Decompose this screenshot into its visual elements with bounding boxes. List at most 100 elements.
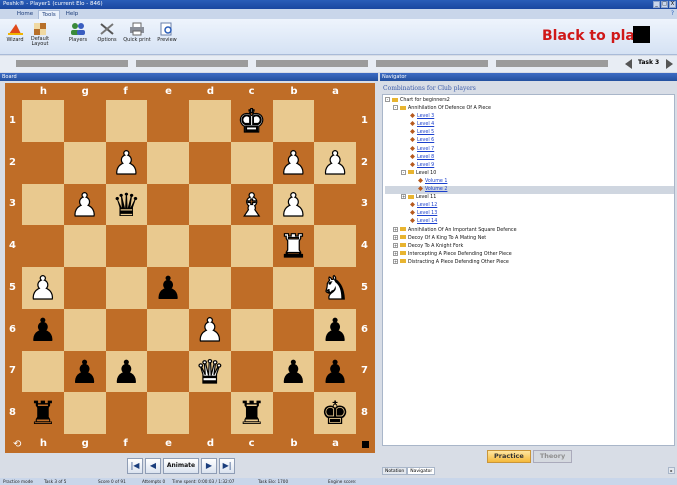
theory-button[interactable]: Theory — [532, 450, 573, 463]
square-c5[interactable] — [230, 267, 273, 309]
square-c3[interactable]: ♝ — [230, 183, 273, 226]
square-g7[interactable]: ♟ — [63, 350, 106, 393]
next-task-icon[interactable] — [666, 59, 673, 69]
tree-item-label[interactable]: Volume 1 — [425, 179, 447, 184]
tree-item-label[interactable]: Annihilation Of Defence Of A Piece — [408, 106, 491, 111]
tree-item-label[interactable]: Level 11 — [416, 195, 436, 200]
players-button[interactable]: Players — [66, 22, 90, 52]
square-f5[interactable] — [105, 267, 148, 309]
square-f2[interactable]: ♟ — [105, 141, 148, 184]
tree-item-label[interactable]: Decoy Of A King To A Mating Net — [408, 236, 486, 241]
tree-item[interactable]: + Annihilation Of An Important Square Def… — [385, 226, 674, 235]
tab-help[interactable]: Help — [64, 10, 80, 19]
square-f8[interactable] — [105, 392, 148, 434]
expand-icon[interactable]: + — [393, 242, 398, 248]
chess-piece[interactable]: ♟ — [273, 351, 315, 393]
square-e8[interactable] — [147, 392, 189, 434]
scroll-right-icon[interactable]: ▸ — [668, 467, 675, 474]
square-f7[interactable]: ♟ — [105, 350, 148, 393]
chess-piece[interactable]: ♟ — [273, 142, 315, 184]
square-d5[interactable] — [189, 267, 231, 309]
last-move-button[interactable]: ▶| — [219, 458, 235, 474]
square-f6[interactable] — [105, 308, 148, 351]
square-e3[interactable] — [147, 183, 189, 226]
chess-piece[interactable]: ♟ — [147, 267, 189, 309]
tab-navigator[interactable]: Navigator — [407, 467, 436, 475]
tree-item[interactable]: Volume 1 — [385, 177, 674, 186]
tree-item[interactable]: Level 12 — [385, 202, 674, 210]
square-a4[interactable] — [314, 225, 356, 267]
chess-piece[interactable]: ♞ — [314, 267, 356, 309]
tree-item-label[interactable]: Distracting A Piece Defending Other Piec… — [408, 260, 509, 265]
collapse-icon[interactable]: - — [401, 169, 406, 175]
tree-item-label[interactable]: Decoy To A Knight Fork — [408, 244, 463, 249]
chess-piece[interactable]: ♟ — [22, 309, 64, 351]
tree-item[interactable]: Level 13 — [385, 210, 674, 218]
square-b5[interactable] — [272, 267, 315, 309]
tree-item[interactable]: + Distracting A Piece Defending Other Pie… — [385, 258, 674, 267]
expand-icon[interactable]: + — [393, 258, 398, 264]
chess-piece[interactable]: ♚ — [231, 100, 273, 142]
chess-piece[interactable]: ♜ — [273, 225, 315, 267]
square-d4[interactable] — [189, 225, 231, 267]
wizard-button[interactable]: Wizard — [4, 22, 26, 52]
square-h7[interactable] — [22, 350, 64, 393]
tab-tools[interactable]: Tools — [38, 10, 60, 19]
square-c1[interactable]: ♚ — [230, 100, 273, 142]
square-g8[interactable] — [63, 392, 106, 434]
tree-item[interactable]: Level 9 — [385, 161, 674, 170]
tree-item[interactable]: - Annihilation Of Defence Of A Piece — [385, 105, 674, 113]
tree-item[interactable]: - Level 10 — [385, 169, 674, 178]
tree-item[interactable]: - Chart for beginners2 — [385, 97, 674, 105]
square-a2[interactable]: ♟ — [314, 141, 356, 184]
chess-piece[interactable]: ♟ — [106, 351, 148, 393]
chess-piece[interactable]: ♟ — [189, 309, 231, 351]
tree-item[interactable]: Level 14 — [385, 218, 674, 226]
close-button[interactable]: X — [669, 1, 676, 8]
options-button[interactable]: Options — [96, 22, 118, 52]
expand-icon[interactable]: + — [393, 226, 398, 232]
square-e7[interactable] — [147, 350, 189, 393]
chess-piece[interactable]: ♟ — [273, 184, 315, 226]
animate-button[interactable]: Animate — [163, 458, 199, 474]
square-g6[interactable] — [63, 308, 106, 351]
tree-item[interactable]: Level 3 — [385, 113, 674, 121]
square-a6[interactable]: ♟ — [314, 308, 356, 351]
tab-notation[interactable]: Notation — [382, 467, 408, 475]
chess-piece[interactable]: ♟ — [64, 351, 106, 393]
square-e6[interactable] — [147, 308, 189, 351]
tree-item[interactable]: Level 4 — [385, 121, 674, 129]
tree-item[interactable]: + Decoy Of A King To A Mating Net — [385, 234, 674, 243]
square-c2[interactable] — [230, 141, 273, 184]
chess-piece[interactable]: ♟ — [314, 309, 356, 351]
chess-piece[interactable]: ♟ — [314, 142, 356, 184]
tree-item[interactable]: Volume 2 — [385, 186, 674, 195]
default-layout-button[interactable]: Default Layout — [28, 22, 52, 52]
expand-icon[interactable]: + — [393, 234, 398, 240]
tab-home[interactable]: Home — [16, 10, 34, 19]
chess-piece[interactable]: ♛ — [106, 184, 148, 226]
tree-item-label[interactable]: Level 13 — [417, 211, 437, 216]
chess-piece[interactable]: ♟ — [22, 267, 64, 309]
chess-piece[interactable]: ♜ — [231, 392, 273, 434]
tree-item[interactable]: + Decoy To A Knight Fork — [385, 242, 674, 251]
square-e5[interactable]: ♟ — [147, 267, 189, 309]
chess-piece[interactable]: ♟ — [64, 184, 106, 226]
tree-item[interactable]: + Level 11 — [385, 194, 674, 202]
square-b7[interactable]: ♟ — [272, 350, 315, 393]
square-h8[interactable]: ♜ — [22, 392, 64, 434]
tree-item-label[interactable]: Volume 2 — [425, 187, 447, 192]
tree-item-label[interactable]: Level 7 — [417, 147, 434, 152]
minimize-button[interactable]: _ — [653, 1, 660, 8]
chess-piece[interactable]: ♝ — [231, 184, 273, 226]
square-c6[interactable] — [230, 308, 273, 351]
square-b4[interactable]: ♜ — [272, 225, 315, 267]
help-icon[interactable]: ? — [671, 10, 674, 17]
tree-item-label[interactable]: Level 8 — [417, 155, 434, 160]
tree-item[interactable]: Level 5 — [385, 129, 674, 137]
square-a7[interactable]: ♟ — [314, 350, 356, 393]
square-c8[interactable]: ♜ — [230, 392, 273, 434]
chess-board[interactable]: ♚ ♟ ♟ ♟ ♟ ♛ ♝ ♟ ♜ ♟ ♟ ♞ ♟ ♟ ♟ ♟ ♟ ♛ ♟ ♟ ♜ ♜ ♚ — [22, 100, 356, 434]
square-e1[interactable] — [147, 100, 189, 142]
square-g2[interactable] — [63, 141, 106, 184]
